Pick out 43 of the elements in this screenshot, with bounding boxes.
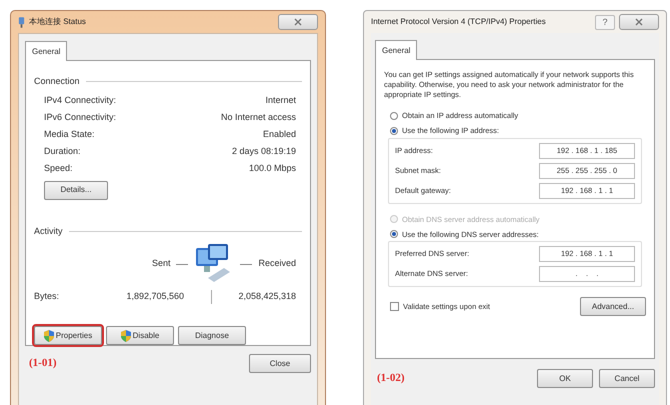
details-button[interactable]: Details... xyxy=(44,180,108,200)
received-label: Received xyxy=(258,257,296,270)
field-value: No Internet access xyxy=(220,110,296,124)
radio-button[interactable] xyxy=(390,112,398,120)
close-button[interactable] xyxy=(278,14,318,30)
field-label: Duration: xyxy=(44,144,81,158)
sent-bytes: 1,892,705,560 xyxy=(125,290,184,304)
advanced-button[interactable]: Advanced... xyxy=(580,297,646,316)
ok-button[interactable]: OK xyxy=(537,369,593,388)
field-value: Internet xyxy=(265,94,296,106)
help-button[interactable]: ? xyxy=(595,14,615,30)
disable-button[interactable]: Disable xyxy=(106,326,174,345)
field-label: IPv4 Connectivity: xyxy=(44,94,116,106)
tab[interactable]: General xyxy=(375,40,418,60)
section-heading: Connection xyxy=(34,75,80,88)
radio-button[interactable] xyxy=(390,126,398,135)
section-heading: Activity xyxy=(34,224,63,238)
shield-icon xyxy=(120,330,131,342)
figure-label: (1-02) xyxy=(377,371,404,386)
window-title: 本地连接 Status xyxy=(29,16,87,28)
field-label: IPv6 Connectivity: xyxy=(44,110,116,124)
received-bytes: 2,058,425,318 xyxy=(238,290,296,304)
bytes-label: Bytes: xyxy=(34,290,60,304)
diagnose-button[interactable]: Diagnose xyxy=(178,326,246,345)
checkbox[interactable] xyxy=(390,302,399,311)
window-title: Internet Protocol Version 4 (TCP/IPv4) Properties xyxy=(371,16,547,28)
close-button[interactable] xyxy=(619,14,659,30)
field-label: Media State: xyxy=(44,128,95,140)
field-value: 2 days 08:19:19 xyxy=(232,144,296,158)
close-icon xyxy=(294,18,302,26)
field-value: Enabled xyxy=(262,128,296,140)
close-icon xyxy=(635,18,643,26)
properties-button[interactable]: Properties xyxy=(34,326,102,345)
field-value: 100.0 Mbps xyxy=(248,162,296,174)
sent-label: Sent xyxy=(152,257,170,270)
tab[interactable]: General xyxy=(25,41,68,61)
radio-button[interactable] xyxy=(390,230,398,238)
field-label: Speed: xyxy=(44,162,73,174)
close-text-button[interactable]: Close xyxy=(249,354,311,373)
shield-icon xyxy=(44,330,54,342)
network-adapter-icon xyxy=(18,16,25,28)
cancel-button[interactable]: Cancel xyxy=(599,369,655,388)
figure-label: (1-01) xyxy=(29,356,56,372)
